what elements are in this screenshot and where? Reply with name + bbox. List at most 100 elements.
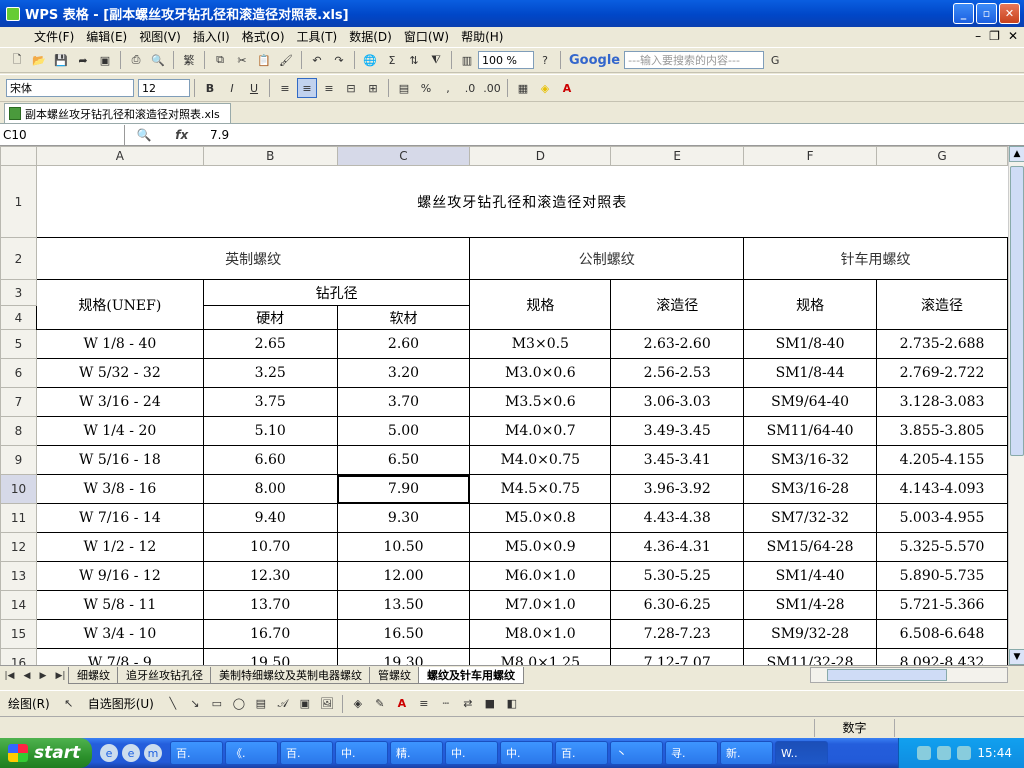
table-cell[interactable]: W 5/8 - 11 <box>35 590 204 620</box>
sheet-tab[interactable]: 追牙丝攻钻孔径 <box>117 667 212 684</box>
fill-color-icon[interactable]: ◈ <box>535 78 555 98</box>
column-header[interactable]: B <box>202 146 338 166</box>
restore-button[interactable]: ▫ <box>976 3 997 24</box>
taskbar-task[interactable]: 《. <box>225 741 278 765</box>
table-cell[interactable]: M6.0×1.0 <box>469 561 612 591</box>
table-cell[interactable]: W 3/8 - 16 <box>35 474 204 504</box>
table-cell[interactable]: 16.70 <box>202 619 338 649</box>
row-header[interactable]: 7 <box>0 387 37 417</box>
table-cell[interactable]: 4.205-4.155 <box>876 445 1008 475</box>
horizontal-scrollbar[interactable] <box>810 667 1008 683</box>
table-cell[interactable]: W 1/4 - 20 <box>35 416 204 446</box>
select-all-corner[interactable] <box>0 146 37 166</box>
group-imperial[interactable]: 英制螺纹 <box>35 237 471 280</box>
taskbar-task[interactable]: 中. <box>500 741 553 765</box>
print-icon[interactable]: ⎙ <box>126 50 146 70</box>
row-header[interactable]: 3 <box>0 279 37 306</box>
select-arrow-icon[interactable]: ↖ <box>59 694 79 714</box>
row-header[interactable]: 1 <box>0 165 37 238</box>
table-cell[interactable]: SM1/8-44 <box>743 358 878 388</box>
align-right-icon[interactable]: ≡ <box>319 78 339 98</box>
table-cell[interactable]: 12.00 <box>336 561 471 591</box>
vertical-scroll-thumb[interactable] <box>1010 166 1024 456</box>
table-cell[interactable]: 5.003-4.955 <box>876 503 1008 533</box>
minimize-button[interactable]: _ <box>953 3 974 24</box>
table-cell[interactable]: 9.30 <box>336 503 471 533</box>
scroll-down-icon[interactable]: ▼ <box>1009 649 1024 665</box>
table-cell[interactable]: 6.30-6.25 <box>610 590 745 620</box>
table-cell[interactable]: W 7/16 - 14 <box>35 503 204 533</box>
name-box[interactable]: C10 <box>0 124 125 145</box>
row-header[interactable]: 16 <box>0 648 37 665</box>
row-header[interactable]: 12 <box>0 532 37 562</box>
table-cell[interactable]: 2.65 <box>202 329 338 359</box>
browser-icon[interactable]: e <box>100 744 118 762</box>
pdf-icon[interactable]: ▣ <box>95 50 115 70</box>
doc-restore-icon[interactable]: ❐ <box>989 29 1000 43</box>
table-cell[interactable]: W 1/2 - 12 <box>35 532 204 562</box>
table-cell[interactable]: 5.00 <box>336 416 471 446</box>
save-icon[interactable]: 💾 <box>51 50 71 70</box>
table-cell[interactable]: 6.508-6.648 <box>876 619 1008 649</box>
table-cell[interactable]: 19.30 <box>336 648 471 665</box>
menu-format[interactable]: 格式(O) <box>236 28 291 46</box>
new-icon[interactable]: 🗋 <box>7 50 27 70</box>
decrease-decimal-icon[interactable]: .00 <box>482 78 502 98</box>
table-cell[interactable]: 2.735-2.688 <box>876 329 1008 359</box>
table-cell[interactable]: M5.0×0.8 <box>469 503 612 533</box>
menu-help[interactable]: 帮助(H) <box>455 28 509 46</box>
table-cell[interactable]: 8.00 <box>202 474 338 504</box>
table-cell[interactable]: W 3/4 - 10 <box>35 619 204 649</box>
header-soft[interactable]: 软材 <box>336 305 471 330</box>
table-cell[interactable]: 3.855-3.805 <box>876 416 1008 446</box>
table-cell[interactable]: 8.092-8.432 <box>876 648 1008 665</box>
table-cell[interactable]: W 5/32 - 32 <box>35 358 204 388</box>
table-cell[interactable]: 7.90 <box>336 474 471 504</box>
table-cell[interactable]: W 7/8 - 9 <box>35 648 204 665</box>
table-cell[interactable]: 2.63-2.60 <box>610 329 745 359</box>
table-cell[interactable]: 3.128-3.083 <box>876 387 1008 417</box>
table-cell[interactable]: SM11/32-28 <box>743 648 878 665</box>
currency-icon[interactable]: ▤ <box>394 78 414 98</box>
table-cell[interactable]: SM9/64-40 <box>743 387 878 417</box>
table-cell[interactable]: 2.769-2.722 <box>876 358 1008 388</box>
row-header[interactable]: 6 <box>0 358 37 388</box>
table-cell[interactable]: M7.0×1.0 <box>469 590 612 620</box>
header-spec-unef[interactable]: 规格(UNEF) <box>35 279 204 330</box>
table-cell[interactable]: 7.28-7.23 <box>610 619 745 649</box>
volume-icon[interactable] <box>937 746 952 760</box>
menu-tools[interactable]: 工具(T) <box>291 28 344 46</box>
merge-center-icon[interactable]: ⊟ <box>341 78 361 98</box>
taskbar-task[interactable]: 新. <box>720 741 773 765</box>
row-header[interactable]: 9 <box>0 445 37 475</box>
formula-input[interactable]: 7.9 <box>200 128 229 142</box>
table-cell[interactable]: SM1/4-28 <box>743 590 878 620</box>
network-icon[interactable] <box>917 746 932 760</box>
align-center-icon[interactable]: ≡ <box>297 78 317 98</box>
document-tab[interactable]: 副本螺丝攻牙钻孔径和滚造径对照表.xls <box>4 103 231 123</box>
table-cell[interactable]: 4.143-4.093 <box>876 474 1008 504</box>
redo-icon[interactable]: ↷ <box>329 50 349 70</box>
table-cell[interactable]: M3.5×0.6 <box>469 387 612 417</box>
taskbar-task[interactable]: 百. <box>555 741 608 765</box>
table-cell[interactable]: 10.50 <box>336 532 471 562</box>
italic-icon[interactable]: I <box>222 78 242 98</box>
table-cell[interactable]: M3×0.5 <box>469 329 612 359</box>
sheet-tab[interactable]: 管螺纹 <box>369 667 420 684</box>
taskbar-task[interactable]: 寻. <box>665 741 718 765</box>
table-cell[interactable]: SM1/8-40 <box>743 329 878 359</box>
table-cell[interactable]: SM15/64-28 <box>743 532 878 562</box>
sort-ascending-icon[interactable]: ⇅ <box>404 50 424 70</box>
autosum-icon[interactable]: Σ <box>382 50 402 70</box>
table-cell[interactable]: 5.30-5.25 <box>610 561 745 591</box>
lookup-icon[interactable]: 🔍 <box>137 128 152 142</box>
wrap-icon[interactable]: ⊞ <box>363 78 383 98</box>
doc-close-icon[interactable]: ✕ <box>1008 29 1018 43</box>
fx-icon[interactable]: fx <box>175 128 188 142</box>
taskbar-task[interactable]: 精. <box>390 741 443 765</box>
arrow-style-icon[interactable]: ⇄ <box>458 694 478 714</box>
table-cell[interactable]: 3.25 <box>202 358 338 388</box>
header-needle-roll[interactable]: 滚造径 <box>876 279 1008 330</box>
scroll-up-icon[interactable]: ▲ <box>1009 146 1024 162</box>
security-icon[interactable] <box>957 746 972 760</box>
